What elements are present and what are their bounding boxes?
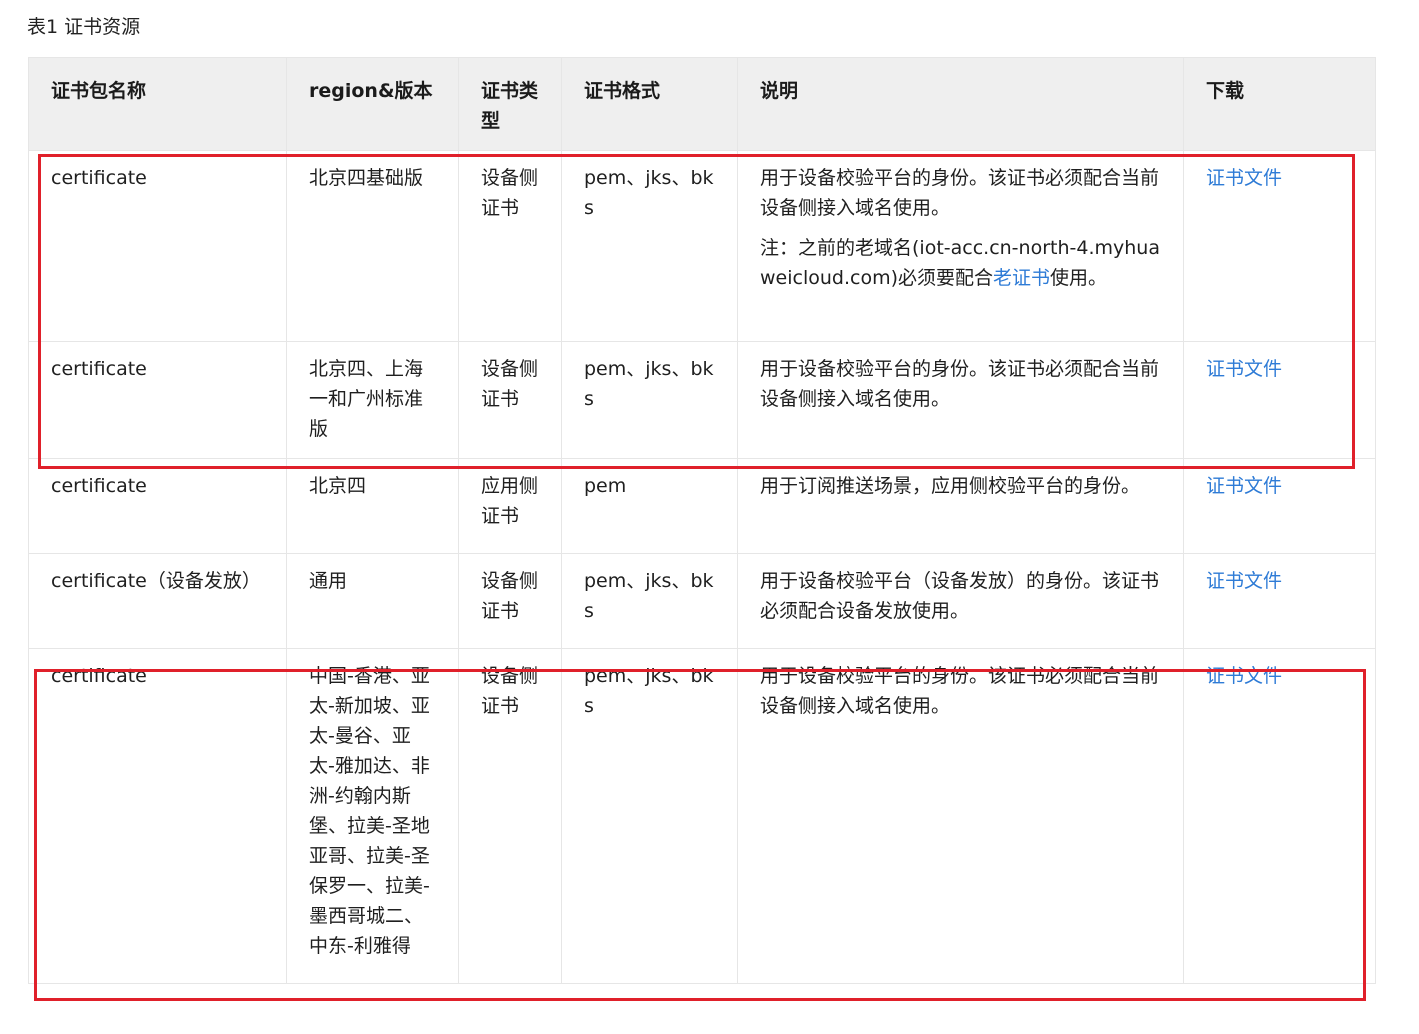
cell-region: 北京四基础版 — [286, 150, 459, 342]
cell-type: 设备侧证书 — [458, 553, 562, 649]
cell-description: 用于设备校验平台的身份。该证书必须配合当前设备侧接入域名使用。 — [737, 648, 1184, 984]
cell-type: 应用侧证书 — [458, 458, 562, 554]
cell-format: pem、jks、bks — [561, 553, 738, 649]
certificate-file-link[interactable]: 证书文件 — [1206, 475, 1282, 497]
cell-region: 中国-香港、亚太-新加坡、亚太-曼谷、亚太-雅加达、非洲-约翰内斯堡、拉美-圣地… — [286, 648, 459, 984]
table-header-row: 证书包名称 region&版本 证书类型 证书格式 说明 下载 — [28, 57, 1376, 151]
certificate-file-link[interactable]: 证书文件 — [1206, 570, 1282, 592]
header-download: 下载 — [1183, 57, 1376, 151]
cell-format: pem、jks、bks — [561, 150, 738, 342]
table-caption: 表1 证书资源 — [27, 16, 141, 38]
cell-description: 用于设备校验平台的身份。该证书必须配合当前设备侧接入域名使用。 — [737, 341, 1184, 459]
cell-package-name: certificate（设备发放） — [28, 553, 287, 649]
cell-package-name: certificate — [28, 341, 287, 459]
cell-format: pem、jks、bks — [561, 341, 738, 459]
cell-download: 证书文件 — [1183, 341, 1376, 459]
cell-download: 证书文件 — [1183, 553, 1376, 649]
table-row: certificate 中国-香港、亚太-新加坡、亚太-曼谷、亚太-雅加达、非洲… — [28, 648, 1376, 984]
certificate-file-link[interactable]: 证书文件 — [1206, 358, 1282, 380]
description-note: 注：之前的老域名(iot-acc.cn-north-4.myhuaweiclou… — [760, 233, 1161, 293]
cell-format: pem、jks、bks — [561, 648, 738, 984]
cell-description: 用于设备校验平台的身份。该证书必须配合当前设备侧接入域名使用。 注：之前的老域名… — [737, 150, 1184, 342]
cell-type: 设备侧证书 — [458, 150, 562, 342]
cell-type: 设备侧证书 — [458, 648, 562, 984]
cell-package-name: certificate — [28, 150, 287, 342]
certificate-file-link[interactable]: 证书文件 — [1206, 665, 1282, 687]
header-region-version: region&版本 — [286, 57, 459, 151]
cell-package-name: certificate — [28, 648, 287, 984]
description-text: 用于设备校验平台的身份。该证书必须配合当前设备侧接入域名使用。 — [760, 167, 1160, 219]
header-cert-format: 证书格式 — [561, 57, 738, 151]
table-row: certificate 北京四 应用侧证书 pem 用于订阅推送场景，应用侧校验… — [28, 458, 1376, 554]
cell-type: 设备侧证书 — [458, 341, 562, 459]
cell-description: 用于设备校验平台（设备发放）的身份。该证书必须配合设备发放使用。 — [737, 553, 1184, 649]
header-package-name: 证书包名称 — [28, 57, 287, 151]
cell-region: 通用 — [286, 553, 459, 649]
cell-region: 北京四 — [286, 458, 459, 554]
cell-region: 北京四、上海一和广州标准版 — [286, 341, 459, 459]
header-description: 说明 — [737, 57, 1184, 151]
table-row: certificate 北京四、上海一和广州标准版 设备侧证书 pem、jks、… — [28, 341, 1376, 459]
cell-format: pem — [561, 458, 738, 554]
cell-download: 证书文件 — [1183, 150, 1376, 342]
note-suffix: 使用。 — [1050, 267, 1108, 289]
cell-description: 用于订阅推送场景，应用侧校验平台的身份。 — [737, 458, 1184, 554]
certificate-resources-table: 证书包名称 region&版本 证书类型 证书格式 说明 下载 certific… — [28, 57, 1376, 984]
header-cert-type: 证书类型 — [458, 57, 562, 151]
certificate-file-link[interactable]: 证书文件 — [1206, 167, 1282, 189]
cell-package-name: certificate — [28, 458, 287, 554]
table-row: certificate 北京四基础版 设备侧证书 pem、jks、bks 用于设… — [28, 150, 1376, 342]
cell-download: 证书文件 — [1183, 648, 1376, 984]
old-certificate-link[interactable]: 老证书 — [993, 267, 1050, 289]
table-row: certificate（设备发放） 通用 设备侧证书 pem、jks、bks 用… — [28, 553, 1376, 649]
cell-download: 证书文件 — [1183, 458, 1376, 554]
